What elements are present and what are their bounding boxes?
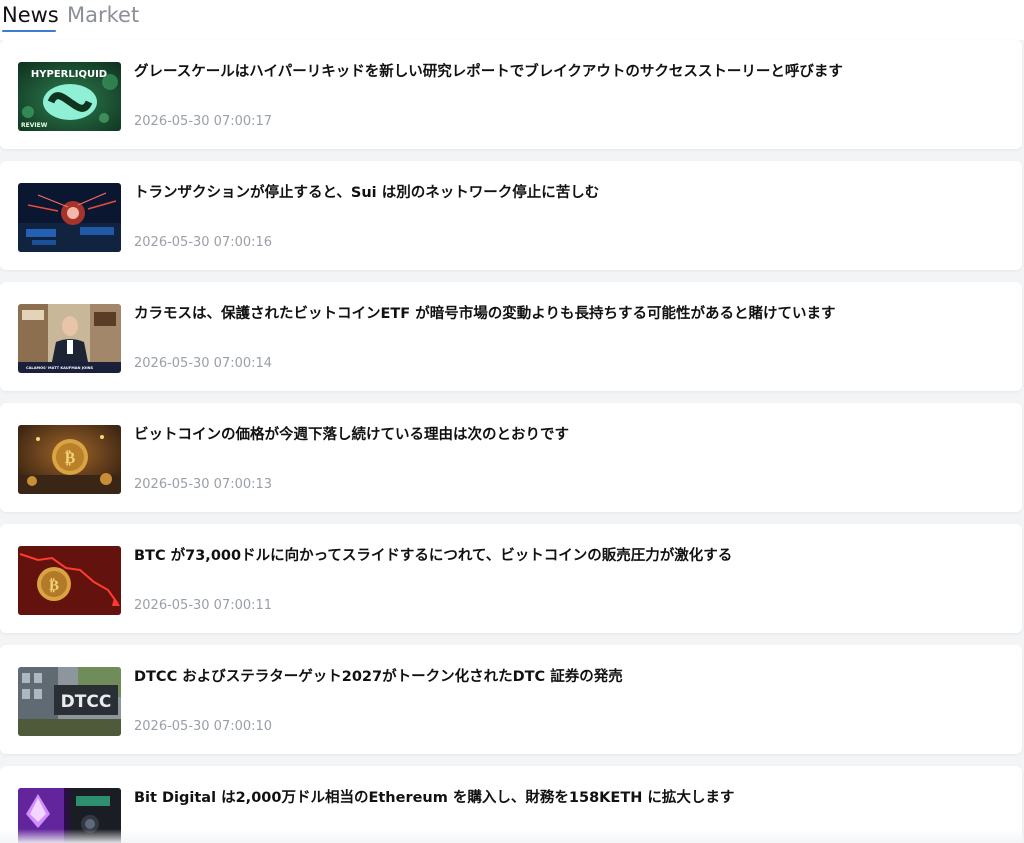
news-item[interactable]: ₿ ビットコインの価格が今週下落し続けている理由は次のとおりです 2026-05… — [0, 403, 1022, 512]
news-thumbnail: ₿ — [18, 546, 121, 615]
news-item[interactable]: CALAMOS' MATT KAUFMAN JOINS カラモスは、保護されたビ… — [0, 282, 1022, 391]
news-timestamp: 2026-05-30 07:00:10 — [134, 719, 273, 734]
news-timestamp: 2026-05-30 07:00:17 — [134, 114, 273, 129]
news-timestamp: 2026-05-30 07:00:16 — [134, 235, 273, 250]
thumb-sign-text: DTCC — [61, 692, 112, 712]
news-item[interactable]: HYPERLIQUID REVIEW グレースケールはハイパーリキッドを新しい研… — [0, 40, 1022, 149]
news-thumbnail: ₿ — [18, 425, 121, 494]
dtcc-building-thumbnail-image: DTCC — [18, 667, 121, 736]
svg-text:₿: ₿ — [65, 448, 76, 467]
news-page: News Market HYPERLIQUID REVIEW グレースケールはハ… — [0, 0, 1024, 843]
news-title[interactable]: グレースケールはハイパーリキッドを新しい研究レポートでブレイクアウトのサクセスス… — [134, 62, 1004, 82]
tab-bar: News Market — [0, 0, 1024, 40]
news-title[interactable]: トランザクションが停止すると、Sui は別のネットワーク停止に苦しむ — [134, 183, 1004, 203]
news-item[interactable]: DTCC DTCC およびステラターゲット2027がトークン化されたDTC 証券… — [0, 645, 1022, 754]
news-thumbnail — [18, 183, 121, 252]
tab-news[interactable]: News — [2, 2, 59, 28]
news-item[interactable]: トランザクションが停止すると、Sui は別のネットワーク停止に苦しむ 2026-… — [0, 161, 1022, 270]
thumb-bottom-label: REVIEW — [21, 122, 48, 129]
news-title[interactable]: DTCC およびステラターゲット2027がトークン化されたDTC 証券の発売 — [134, 667, 1004, 687]
news-item[interactable]: ₿ BTC が73,000ドルに向かってスライドするにつれて、ビットコインの販売… — [0, 524, 1022, 633]
thumb-top-label: HYPERLIQUID — [31, 69, 107, 80]
news-title[interactable]: Bit Digital は2,000万ドル相当のEthereum を購入し、財務… — [134, 788, 1004, 808]
thumb-caption: CALAMOS' MATT KAUFMAN JOINS — [26, 366, 94, 370]
interview-thumbnail-image: CALAMOS' MATT KAUFMAN JOINS — [18, 304, 121, 373]
tab-market[interactable]: Market — [67, 2, 139, 28]
news-thumbnail: DTCC — [18, 667, 121, 736]
news-title[interactable]: BTC が73,000ドルに向かってスライドするにつれて、ビットコインの販売圧力… — [134, 546, 1004, 566]
news-thumbnail: CALAMOS' MATT KAUFMAN JOINS — [18, 304, 121, 373]
active-tab-indicator — [2, 30, 56, 32]
news-title[interactable]: カラモスは、保護されたビットコインETF が暗号市場の変動よりも長持ちする可能性… — [134, 304, 1004, 324]
svg-text:₿: ₿ — [49, 576, 59, 594]
bitcoin-falling-thumbnail-image: ₿ — [18, 546, 121, 615]
news-timestamp: 2026-05-30 07:00:14 — [134, 356, 273, 371]
bitcoin-coin-thumbnail-image: ₿ — [18, 425, 121, 494]
bottom-fade — [0, 829, 1024, 843]
news-title[interactable]: ビットコインの価格が今週下落し続けている理由は次のとおりです — [134, 425, 1004, 445]
news-thumbnail: HYPERLIQUID REVIEW — [18, 62, 121, 131]
news-timestamp: 2026-05-30 07:00:13 — [134, 477, 273, 492]
network-outage-thumbnail-image — [18, 183, 121, 252]
news-timestamp: 2026-05-30 07:00:11 — [134, 598, 273, 613]
hyperliquid-thumbnail-image: HYPERLIQUID REVIEW — [18, 62, 121, 131]
